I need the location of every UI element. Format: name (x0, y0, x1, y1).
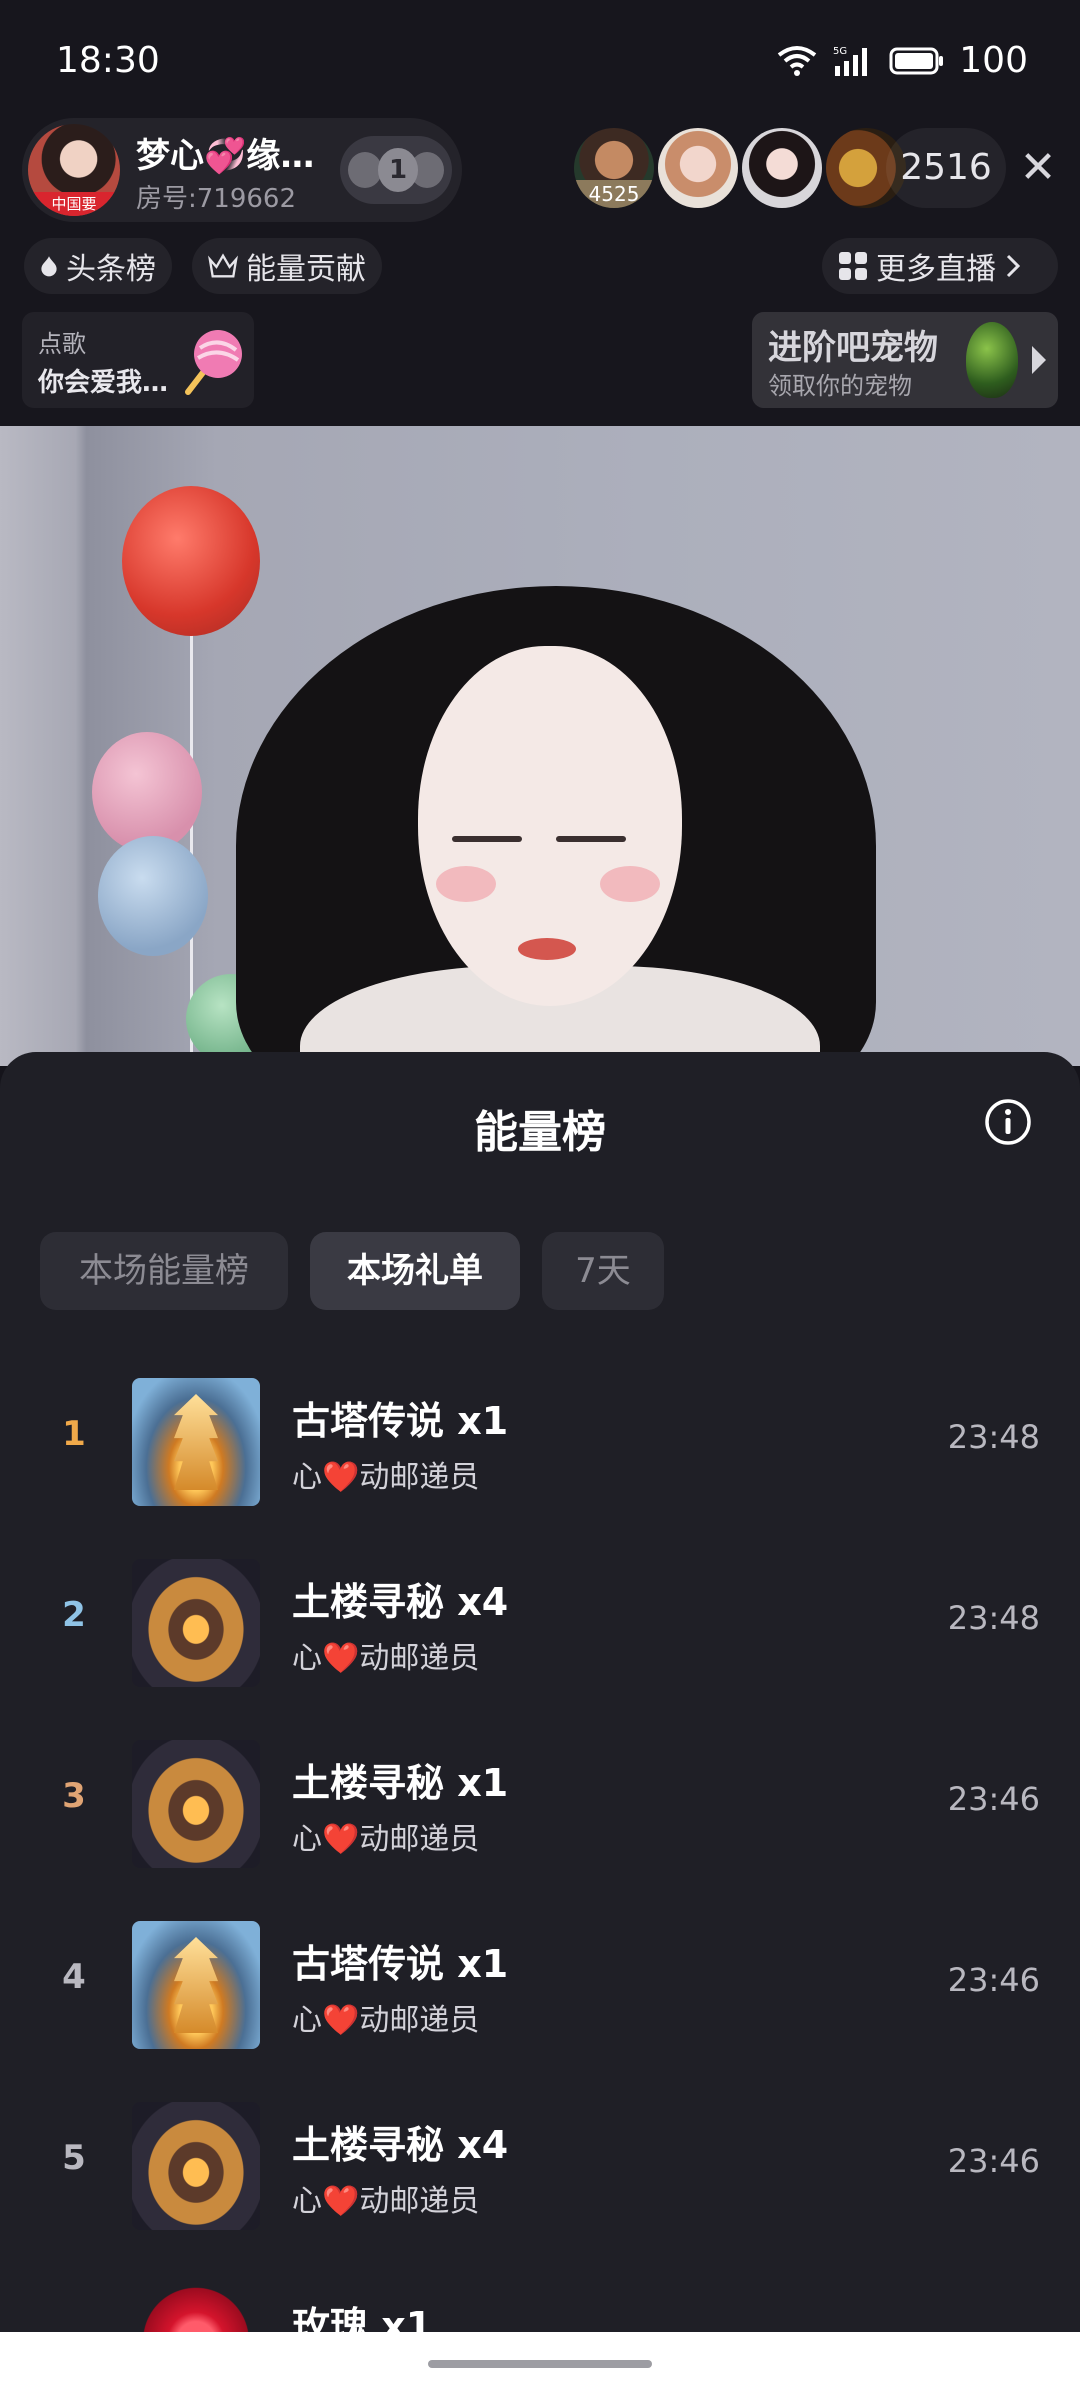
gift-sender: 心❤️动邮递员 (292, 1822, 480, 1857)
viewer-avatar[interactable]: 4525 (574, 128, 654, 208)
sheet-title: 能量榜 (474, 1107, 606, 1158)
signal-5g-icon: 5G (833, 46, 868, 76)
rank-number: 1 (62, 1414, 86, 1454)
more-live-label: 更多直播 (876, 252, 996, 287)
live-header: 18:30 5G 100 中国要 梦心💞缘… 房号:719662 1 4525 … (0, 0, 1080, 426)
viewer-badge: 4525 (574, 180, 654, 208)
viewer-count-button[interactable]: 2516 (886, 128, 1006, 208)
gift-name: 玫瑰 x1 (292, 2304, 433, 2332)
battery-icon (889, 47, 944, 74)
fan-level: 1 (378, 148, 418, 192)
energy-contribution-button[interactable]: 能量贡献 (192, 238, 382, 294)
grid-icon (839, 252, 867, 280)
energy-rank-sheet: 能量榜 本场能量榜 本场礼单 7天 1 古塔传说 x1 心❤️动邮递员 23:4… (0, 1052, 1080, 2332)
gift-time: 23:46 (947, 2142, 1040, 2180)
gift-sender: 心❤️动邮递员 (292, 1460, 480, 1495)
host-avatar-tag: 中国要 (28, 192, 120, 216)
gift-name: 古塔传说 x1 (292, 1399, 509, 1443)
wifi-icon (778, 45, 817, 76)
crown-icon (208, 253, 238, 278)
streamer-blush (600, 866, 660, 902)
status-icons: 5G 100 (777, 40, 1028, 81)
gift-name: 土楼寻秘 x1 (292, 1761, 509, 1805)
play-arrow-icon (1032, 346, 1046, 374)
gift-sender: 心❤️动邮递员 (292, 2003, 480, 2038)
pet-promo-banner[interactable]: 进阶吧宠物 领取你的宠物 (752, 312, 1058, 408)
system-nav-bar (0, 2332, 1080, 2400)
streamer-eye (452, 836, 522, 842)
more-live-button[interactable]: 更多直播 (822, 238, 1058, 294)
gift-row[interactable]: 4 古塔传说 x1 心❤️动邮递员 23:46 (0, 1895, 1080, 2075)
song-request-card[interactable]: 点歌 你会爱我… (22, 312, 254, 408)
gift-name: 土楼寻秘 x4 (292, 2123, 509, 2167)
gift-name: 土楼寻秘 x4 (292, 1580, 509, 1624)
pet-promo-subtitle: 领取你的宠物 (768, 372, 912, 400)
tab-session-energy[interactable]: 本场能量榜 (40, 1232, 288, 1310)
svg-text:5G: 5G (833, 46, 847, 57)
gift-name: 古塔传说 x1 (292, 1942, 509, 1986)
gift-row[interactable]: 1 古塔传说 x1 心❤️动邮递员 23:48 (0, 1352, 1080, 1532)
song-request-title: 你会爱我… (38, 368, 169, 398)
room-number: 房号:719662 (136, 184, 297, 214)
gift-image-tower (132, 1921, 260, 2049)
rank-number: 4 (62, 1957, 86, 1997)
close-icon[interactable]: ✕ (1008, 138, 1068, 198)
rank-number: 5 (62, 2138, 86, 2178)
tab-session-gifts[interactable]: 本场礼单 (310, 1232, 520, 1310)
gift-image-tulou (132, 1559, 260, 1687)
host-avatar[interactable]: 中国要 (28, 124, 120, 216)
status-bar: 18:30 5G 100 (0, 0, 1080, 120)
info-icon[interactable] (984, 1098, 1032, 1146)
lollipop-icon (185, 330, 242, 395)
status-time: 18:30 (56, 40, 160, 81)
gift-image-tulou (132, 1740, 260, 1868)
gift-time: 23:46 (947, 1780, 1040, 1818)
chevron-right-icon (1006, 254, 1021, 278)
gift-image-rose (132, 2283, 260, 2332)
rank-number: 3 (62, 1776, 86, 1816)
home-indicator[interactable] (428, 2360, 652, 2368)
gift-time: 23:48 (947, 1599, 1040, 1637)
tab-7-days[interactable]: 7天 (542, 1232, 664, 1310)
balloon-pink (92, 732, 202, 852)
host-name: 梦心💞缘… (136, 136, 315, 176)
viewer-avatar[interactable] (658, 128, 738, 208)
song-request-label: 点歌 (38, 330, 86, 358)
gift-sender: 心❤️动邮递员 (292, 2184, 480, 2219)
gift-image-tower (132, 1378, 260, 1506)
streamer-blush (436, 866, 496, 902)
headline-rank-button[interactable]: 头条榜 (24, 238, 172, 294)
energy-contribution-label: 能量贡献 (246, 252, 366, 287)
gift-time: 23:46 (947, 1961, 1040, 1999)
balloon-red (122, 486, 260, 636)
battery-level: 100 (959, 40, 1028, 81)
flame-icon (41, 256, 57, 277)
gift-row[interactable]: 2 土楼寻秘 x4 心❤️动邮递员 23:48 (0, 1533, 1080, 1713)
gift-image-tulou (132, 2102, 260, 2230)
gift-time: 23:48 (947, 1418, 1040, 1456)
fan-club-badge[interactable]: 1 (340, 136, 452, 204)
balloon-blue (98, 836, 208, 956)
headline-rank-label: 头条榜 (66, 252, 156, 287)
pet-promo-title: 进阶吧宠物 (768, 328, 938, 368)
gift-row[interactable]: 玫瑰 x1 (0, 2257, 1080, 2332)
gift-row[interactable]: 3 土楼寻秘 x1 心❤️动邮递员 23:46 (0, 1714, 1080, 1894)
gift-row[interactable]: 5 土楼寻秘 x4 心❤️动邮递员 23:46 (0, 2076, 1080, 2256)
streamer-lips (518, 938, 576, 960)
wing-left-icon (348, 152, 382, 188)
streamer-eye (556, 836, 626, 842)
live-video[interactable] (0, 426, 1080, 1066)
pet-egg-icon (966, 322, 1018, 398)
rank-number: 2 (62, 1595, 86, 1635)
viewer-avatar[interactable] (742, 128, 822, 208)
gift-sender: 心❤️动邮递员 (292, 1641, 480, 1676)
